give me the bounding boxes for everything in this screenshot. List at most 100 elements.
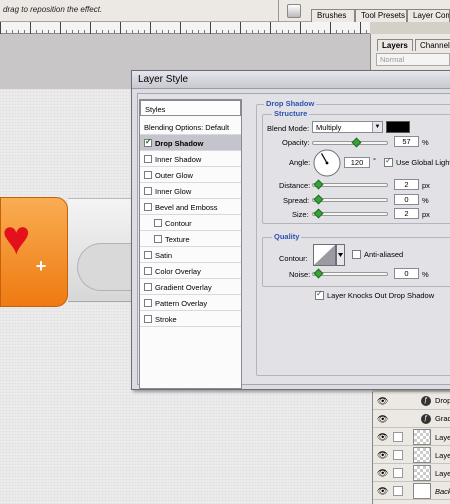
tab-tool-presets[interactable]: Tool Presets xyxy=(355,9,407,22)
tab-layer-comps[interactable]: Layer Comp xyxy=(407,9,450,22)
style-item-gradient-overlay[interactable]: Gradient Overlay xyxy=(140,279,241,295)
style-item-texture[interactable]: Texture xyxy=(140,231,241,247)
blend-mode-label: Blend Mode: xyxy=(267,124,310,133)
size-label: Size: xyxy=(292,210,309,219)
tab-brushes[interactable]: Brushes xyxy=(311,9,355,22)
size-slider[interactable] xyxy=(312,208,388,219)
options-bar: drag to reposition the effect. Brushes T… xyxy=(0,0,450,22)
stroke-checkbox[interactable] xyxy=(144,315,152,323)
drop-shadow-checkbox[interactable] xyxy=(144,137,152,147)
blend-mode-select[interactable]: Multiply ▼ xyxy=(312,121,383,133)
use-global-light-label: Use Global Light xyxy=(396,158,450,167)
eye-icon[interactable]: 👁 xyxy=(377,414,388,424)
link-box[interactable] xyxy=(393,432,403,442)
inner-shadow-checkbox[interactable] xyxy=(144,155,152,163)
palette-well-icon[interactable] xyxy=(287,4,301,18)
link-box[interactable] xyxy=(393,450,403,460)
style-item-contour[interactable]: Contour xyxy=(140,215,241,231)
outer-glow-checkbox[interactable] xyxy=(144,171,152,179)
distance-unit: px xyxy=(422,181,430,190)
style-item-label: Color Overlay xyxy=(155,267,201,276)
effect-label: Gradi xyxy=(435,414,450,423)
style-item-label: Stroke xyxy=(155,315,177,324)
size-input[interactable]: 2 xyxy=(394,208,419,219)
bevel-emboss-checkbox[interactable] xyxy=(144,203,152,211)
spread-slider[interactable] xyxy=(312,194,388,205)
style-item-label: Gradient Overlay xyxy=(155,283,212,292)
opacity-unit: % xyxy=(422,138,429,147)
layer-label: Backg xyxy=(435,487,450,496)
style-item-pattern-overlay[interactable]: Pattern Overlay xyxy=(140,295,241,311)
contour-checkbox[interactable] xyxy=(154,219,162,227)
tab-channels[interactable]: Channels xyxy=(415,39,450,51)
shadow-color-swatch[interactable] xyxy=(386,121,410,133)
noise-unit: % xyxy=(422,270,429,279)
link-box[interactable] xyxy=(393,486,403,496)
eye-icon[interactable]: 👁 xyxy=(377,450,388,460)
contour-picker[interactable] xyxy=(313,244,345,266)
style-item-label: Outer Glow xyxy=(155,171,193,180)
angle-input[interactable]: 120 xyxy=(344,157,370,168)
list-item[interactable]: 👁 Layer xyxy=(373,428,450,446)
contour-label: Contour: xyxy=(279,254,308,263)
effect-label: Drop xyxy=(435,396,450,405)
style-item-label: Pattern Overlay xyxy=(155,299,208,308)
anti-aliased-checkbox[interactable] xyxy=(352,250,361,259)
noise-input[interactable]: 0 xyxy=(394,268,419,279)
list-item[interactable]: 👁 ƒ Drop xyxy=(373,392,450,410)
angle-unit: ° xyxy=(373,156,376,165)
satin-checkbox[interactable] xyxy=(144,251,152,259)
eye-icon[interactable]: 👁 xyxy=(377,468,388,478)
style-item-drop-shadow[interactable]: Drop Shadow xyxy=(140,135,241,151)
layer-blend-mode-select[interactable]: Normal xyxy=(376,53,450,66)
ruler-major-ticks xyxy=(0,22,370,34)
dialog-title[interactable]: Layer Style xyxy=(132,71,450,89)
tab-layers[interactable]: Layers xyxy=(377,39,413,51)
opacity-input[interactable]: 57 xyxy=(394,136,419,147)
opacity-slider[interactable] xyxy=(312,137,388,148)
blend-mode-value: Multiply xyxy=(316,123,342,132)
pattern-overlay-checkbox[interactable] xyxy=(144,299,152,307)
style-item-stroke[interactable]: Stroke xyxy=(140,311,241,327)
style-item-satin[interactable]: Satin xyxy=(140,247,241,263)
eye-icon[interactable]: 👁 xyxy=(377,486,388,496)
list-item[interactable]: 👁 Backg xyxy=(373,482,450,500)
eye-icon[interactable]: 👁 xyxy=(377,432,388,442)
style-item-outer-glow[interactable]: Outer Glow xyxy=(140,167,241,183)
list-item[interactable]: 👁 Layer xyxy=(373,446,450,464)
style-item-label: Contour xyxy=(165,219,192,228)
layer-knocks-out-label: Layer Knocks Out Drop Shadow xyxy=(327,291,435,300)
distance-label: Distance: xyxy=(279,181,311,190)
inner-glow-checkbox[interactable] xyxy=(144,187,152,195)
gradient-overlay-checkbox[interactable] xyxy=(144,283,152,291)
style-item-inner-shadow[interactable]: Inner Shadow xyxy=(140,151,241,167)
layer-knocks-out-checkbox[interactable] xyxy=(315,289,324,300)
layer-thumbnail xyxy=(413,429,431,445)
color-overlay-checkbox[interactable] xyxy=(144,267,152,275)
style-item-inner-glow[interactable]: Inner Glow xyxy=(140,183,241,199)
style-item-label: Texture xyxy=(165,235,190,244)
list-item[interactable]: 👁 Layer xyxy=(373,464,450,482)
distance-input[interactable]: 2 xyxy=(394,179,419,190)
heart-icon: ♥ xyxy=(2,212,31,265)
texture-checkbox[interactable] xyxy=(154,235,162,243)
layer-label: Layer xyxy=(435,451,450,460)
styles-header[interactable]: Styles xyxy=(140,100,241,116)
blending-options-item[interactable]: Blending Options: Default xyxy=(140,119,241,135)
layer-label: Layer xyxy=(435,469,450,478)
style-item-bevel-emboss[interactable]: Bevel and Emboss xyxy=(140,199,241,215)
chevron-down-icon[interactable]: ▼ xyxy=(372,122,382,132)
eye-icon[interactable]: 👁 xyxy=(377,396,388,406)
distance-slider[interactable] xyxy=(312,179,388,190)
link-box[interactable] xyxy=(393,468,403,478)
use-global-light-checkbox[interactable] xyxy=(384,156,393,167)
size-unit: px xyxy=(422,210,430,219)
style-item-label: Drop Shadow xyxy=(155,139,204,148)
angle-label: Angle: xyxy=(289,158,311,167)
noise-slider[interactable] xyxy=(312,268,388,279)
list-item[interactable]: 👁 ƒ Gradi xyxy=(373,410,450,428)
style-item-label: Satin xyxy=(155,251,173,260)
angle-dial[interactable] xyxy=(313,149,341,177)
spread-input[interactable]: 0 xyxy=(394,194,419,205)
style-item-color-overlay[interactable]: Color Overlay xyxy=(140,263,241,279)
